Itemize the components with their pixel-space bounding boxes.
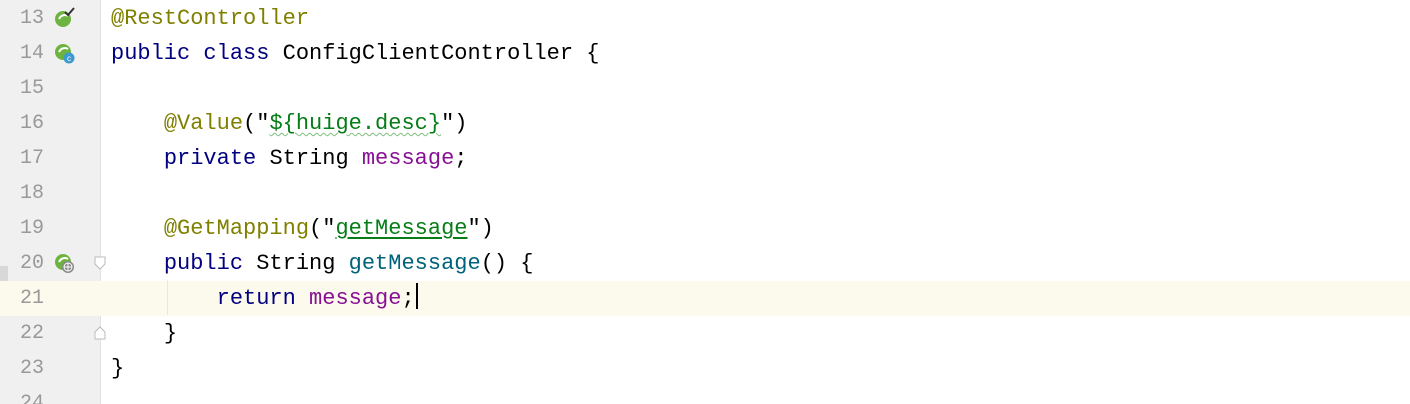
code-text[interactable]: return message; — [111, 281, 418, 316]
line-number: 13 — [19, 7, 44, 30]
field-token: message — [361, 146, 455, 171]
svg-text:c: c — [67, 54, 71, 63]
line-number: 24 — [19, 392, 44, 404]
line-number: 18 — [19, 182, 44, 205]
annotation-token: @RestController — [111, 6, 310, 31]
line-number: 15 — [19, 77, 44, 100]
spring-web-endpoint-icon[interactable] — [53, 252, 75, 274]
type-token: String — [269, 146, 349, 171]
gutter-cell: 19 — [0, 211, 100, 246]
line-number: 23 — [19, 357, 44, 380]
brace-token: } — [111, 356, 125, 381]
current-code-line[interactable]: 21 return message; — [0, 281, 1410, 316]
punctuation-token: () { — [480, 251, 534, 276]
field-token: message — [309, 286, 402, 311]
code-text[interactable]: private String message; — [111, 141, 468, 176]
code-line[interactable]: 19 @GetMapping("getMessage") — [0, 211, 1410, 246]
gutter-cell: 21 — [0, 281, 100, 316]
code-line[interactable]: 24 — [0, 386, 1410, 404]
brace-token: { — [586, 41, 600, 66]
code-line[interactable]: 16 @Value("${huige.desc}") — [0, 106, 1410, 141]
annotation-token: @Value — [163, 111, 244, 136]
keyword-token: public — [163, 251, 244, 276]
code-text[interactable]: @Value("${huige.desc}") — [111, 106, 468, 141]
annotation-token: @GetMapping — [163, 216, 310, 241]
code-line[interactable]: 18 — [0, 176, 1410, 211]
keyword-token: class — [203, 41, 270, 66]
line-number: 20 — [19, 252, 44, 275]
gutter-cell: 17 — [0, 141, 100, 176]
punctuation-token: (" — [309, 216, 336, 241]
string-token: ${huige.desc} — [269, 111, 442, 136]
gutter-cell: 13 — [0, 1, 100, 36]
code-text[interactable]: @GetMapping("getMessage") — [111, 211, 494, 246]
method-token: getMessage — [348, 251, 481, 276]
gutter-cell: 18 — [0, 176, 100, 211]
code-line[interactable]: 14 c public class ConfigClientController… — [0, 36, 1410, 71]
code-line[interactable]: 22 } — [0, 316, 1410, 351]
code-text[interactable]: public String getMessage() { — [111, 246, 534, 281]
spring-bean-class-icon[interactable]: c — [53, 42, 75, 64]
code-line[interactable]: 20 public String getMessage() { — [0, 246, 1410, 281]
code-line[interactable]: 17 private String message; — [0, 141, 1410, 176]
gutter-cell: 22 — [0, 316, 106, 351]
line-number: 16 — [19, 112, 44, 135]
keyword-token: public — [111, 41, 191, 66]
string-token[interactable]: getMessage — [335, 216, 467, 241]
keyword-token: return — [216, 286, 296, 311]
class-name-token: ConfigClientController — [282, 41, 574, 66]
gutter-cell: 16 — [0, 106, 100, 141]
gutter-cell: 15 — [0, 71, 100, 106]
code-text[interactable]: @RestController — [111, 1, 309, 36]
punctuation-token: ") — [441, 111, 468, 136]
code-line[interactable]: 23 } — [0, 351, 1410, 386]
gutter-cell: 24 — [0, 386, 100, 404]
type-token: String — [256, 251, 336, 276]
spring-bean-check-icon[interactable] — [53, 7, 75, 29]
brace-token: } — [163, 321, 178, 346]
punctuation-token: ; — [454, 146, 468, 171]
gutter-cell: 14 c — [0, 36, 100, 71]
line-number: 22 — [19, 322, 44, 345]
gutter-cell: 20 — [0, 246, 106, 281]
code-line[interactable]: 13 @RestController — [0, 1, 1410, 36]
code-text[interactable]: } — [111, 351, 124, 386]
code-line[interactable]: 15 — [0, 71, 1410, 106]
line-number: 19 — [19, 217, 44, 240]
fold-open-icon[interactable] — [94, 256, 106, 270]
line-number: 17 — [19, 147, 44, 170]
code-text[interactable]: } — [111, 316, 177, 351]
line-number: 21 — [19, 287, 44, 310]
code-text[interactable]: public class ConfigClientController { — [111, 36, 600, 71]
punctuation-token: ") — [467, 216, 494, 241]
punctuation-token: ; — [401, 286, 415, 311]
gutter-cell: 23 — [0, 351, 100, 386]
code-editor[interactable]: 13 @RestController 14 c public class Con… — [0, 0, 1410, 404]
indent-guide — [167, 280, 168, 315]
punctuation-token: (" — [243, 111, 270, 136]
text-caret — [415, 283, 418, 309]
keyword-token: private — [163, 146, 257, 171]
fold-close-icon[interactable] — [94, 326, 106, 340]
line-number: 14 — [19, 42, 44, 65]
